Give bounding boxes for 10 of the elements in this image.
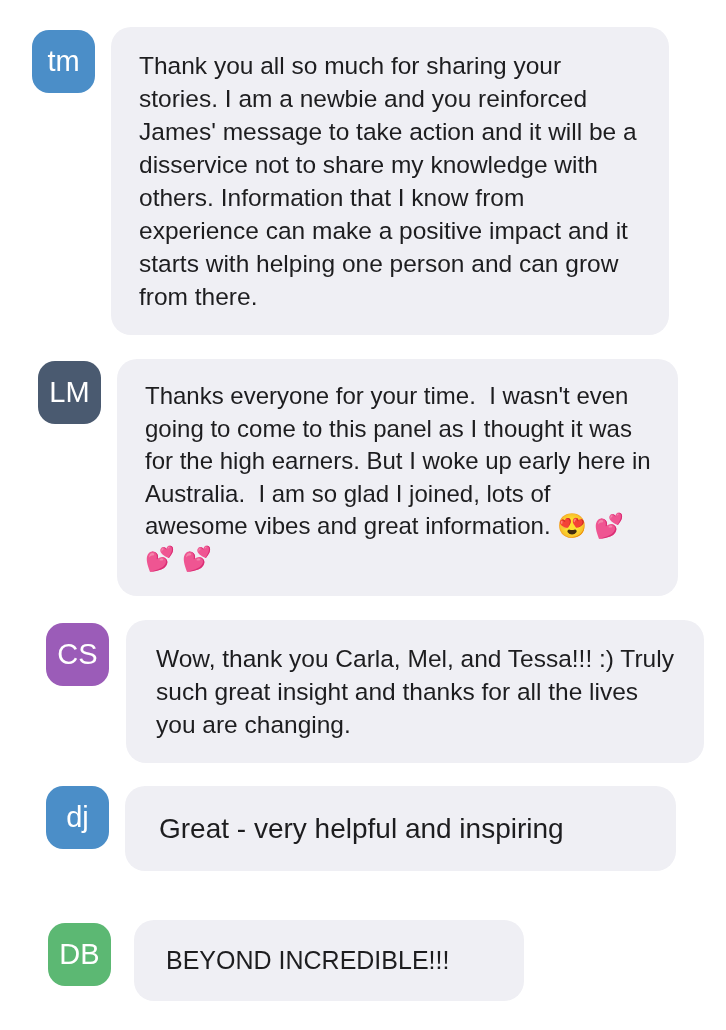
message-bubble: BEYOND INCREDIBLE!!! [134, 920, 524, 1001]
message-bubble: Wow, thank you Carla, Mel, and Tessa!!! :) Truly such great insight and thanks for all the lives you are changing. [126, 620, 704, 763]
avatar: LM [38, 361, 101, 424]
avatar: tm [32, 30, 95, 93]
avatar: dj [46, 786, 109, 849]
message-bubble: Thank you all so much for sharing your stories. I am a newbie and you reinforced James' message to take action and it will be a disservice not to share my knowledge with others. Information that I know from experience can make a positive impact and it starts with helping one person and can grow from there. [111, 27, 669, 335]
message-bubble: Thanks everyone for your time. I wasn't even going to come to this panel as I thought it was for the high earners. But I woke up early here in Australia. I am so glad I joined, lots of awesome vibes and great information. 😍 💕 💕 💕 [117, 359, 678, 596]
avatar: CS [46, 623, 109, 686]
message-bubble: Great - very helpful and inspiring [125, 786, 676, 871]
avatar: DB [48, 923, 111, 986]
